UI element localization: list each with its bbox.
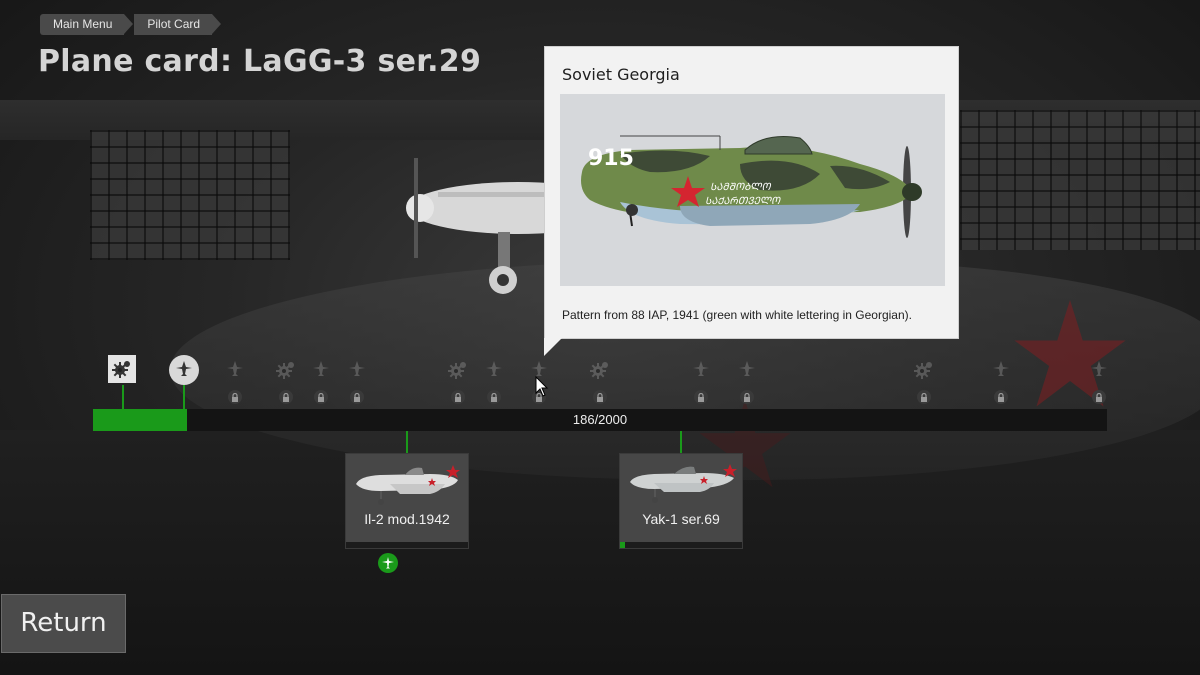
milestone-skin-11[interactable] xyxy=(732,355,762,409)
lock-icon xyxy=(993,390,1008,404)
skin-unlock-icon xyxy=(169,355,200,385)
skin-tooltip: Soviet Georgia ᲡᲐᲛᲨᲝᲑᲚᲝ ᲡᲐᲥᲐᲠᲗᲕᲔᲚᲝ 915 P… xyxy=(544,46,959,356)
modification-gear-icon xyxy=(108,355,137,383)
skin-unlock-icon xyxy=(342,355,372,385)
lock-icon xyxy=(593,390,607,404)
skin-unlock-icon xyxy=(479,355,509,385)
next-plane-progress-fill-yak1 xyxy=(620,542,625,548)
skin-unlock-icon xyxy=(306,355,336,385)
skin-unlock-icon xyxy=(220,355,250,385)
unlock-progress-label: 186/2000 xyxy=(572,412,628,427)
lock-icon xyxy=(451,390,466,404)
modification-gear-icon xyxy=(585,355,615,385)
lock-icon xyxy=(694,390,709,404)
milestone-skin-2[interactable] xyxy=(220,355,250,409)
milestone-skin-4[interactable] xyxy=(306,355,336,409)
page-title: Plane card: LaGG-3 ser.29 xyxy=(38,44,482,79)
milestone-connector xyxy=(183,385,186,409)
lock-icon xyxy=(1092,390,1107,404)
hangar-window-left xyxy=(90,130,290,260)
breadcrumb-main-menu[interactable]: Main Menu xyxy=(40,14,134,35)
skin-tail-number: 915 xyxy=(588,146,634,171)
yak1-thumbnail xyxy=(630,464,737,503)
svg-text:ᲡᲐᲛᲨᲝᲑᲚᲝ: ᲡᲐᲛᲨᲝᲑᲚᲝ xyxy=(710,182,771,193)
milestone-gear-0[interactable] xyxy=(108,355,138,409)
lock-icon xyxy=(740,390,755,404)
skin-title: Soviet Georgia xyxy=(562,65,680,84)
unlock-progress-bar: 186/2000 xyxy=(93,409,1107,431)
modification-gear-icon xyxy=(443,355,473,385)
breadcrumb-pilot-card[interactable]: Pilot Card xyxy=(134,14,221,35)
skin-preview-image: ᲡᲐᲛᲨᲝᲑᲚᲝ ᲡᲐᲥᲐᲠᲗᲕᲔᲚᲝ 915 xyxy=(560,94,945,286)
hangar-window-right xyxy=(960,110,1200,250)
next-plane-card-il2[interactable]: Il-2 mod.1942 xyxy=(345,453,469,549)
breadcrumb: Main Menu Pilot Card xyxy=(40,14,222,35)
skin-unlock-icon xyxy=(1084,355,1114,385)
il2-thumbnail xyxy=(356,465,460,505)
milestone-skin-1[interactable] xyxy=(169,355,200,409)
next-plane-progress-yak1 xyxy=(620,542,742,548)
milestone-skin-7[interactable] xyxy=(479,355,509,409)
svg-text:ᲡᲐᲥᲐᲠᲗᲕᲔᲚᲝ: ᲡᲐᲥᲐᲠᲗᲕᲔᲚᲝ xyxy=(705,196,781,207)
milestone-gear-6[interactable] xyxy=(443,355,473,409)
skin-unlock-icon xyxy=(732,355,762,385)
milestone-skin-13[interactable] xyxy=(986,355,1016,409)
lock-icon xyxy=(278,390,293,404)
skin-description: Pattern from 88 IAP, 1941 (green with wh… xyxy=(562,308,912,322)
next-plane-name-yak1: Yak-1 ser.69 xyxy=(642,511,720,527)
next-plane-name-il2: Il-2 mod.1942 xyxy=(364,511,450,527)
connector-line-yak1 xyxy=(680,431,682,453)
milestone-gear-3[interactable] xyxy=(271,355,301,409)
connector-line-il2 xyxy=(406,431,408,453)
milestone-gear-9[interactable] xyxy=(585,355,615,409)
next-plane-card-yak1[interactable]: Yak-1 ser.69 xyxy=(619,453,743,549)
mouse-cursor-icon xyxy=(535,376,549,397)
modification-gear-icon xyxy=(909,355,939,385)
lock-icon xyxy=(486,390,501,404)
lock-icon xyxy=(917,390,932,404)
unlocked-plane-badge-icon xyxy=(378,553,398,573)
milestone-gear-12[interactable] xyxy=(909,355,939,409)
modification-gear-icon xyxy=(271,355,301,385)
lock-icon xyxy=(349,390,364,404)
skin-unlock-icon xyxy=(686,355,716,385)
milestone-skin-5[interactable] xyxy=(342,355,372,409)
milestone-connector xyxy=(122,385,125,409)
next-plane-progress-il2 xyxy=(346,542,468,548)
skin-unlock-icon xyxy=(986,355,1016,385)
lock-icon xyxy=(227,390,242,404)
lock-icon xyxy=(314,390,329,404)
milestone-skin-10[interactable] xyxy=(686,355,716,409)
milestone-skin-14[interactable] xyxy=(1084,355,1114,409)
return-button[interactable]: Return xyxy=(1,594,126,653)
